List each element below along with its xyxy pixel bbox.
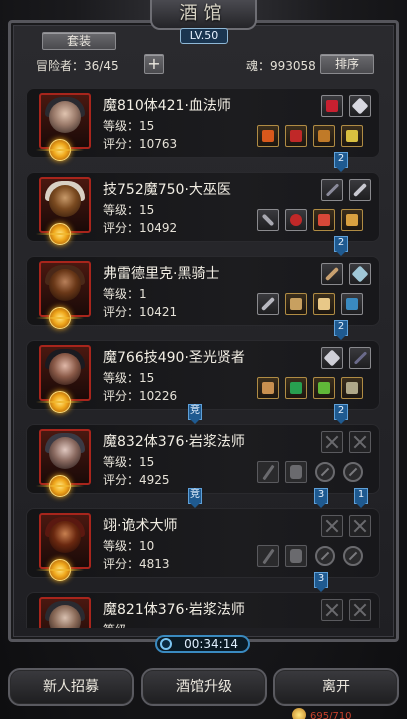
rank-emblem-icon [36,139,84,161]
accessory-slot[interactable] [341,209,363,231]
locked-skill-slot-2[interactable] [349,431,371,453]
armor-slot[interactable] [285,377,307,399]
coin-icon [292,708,306,719]
hero-score: 评分：10226 [103,389,178,403]
tavern-level-badge: LV.50 [180,28,228,44]
hero-card[interactable]: 魔821体376·岩浆法师 等级 [26,592,380,628]
skill-slot-2[interactable] [349,95,371,117]
upgrade-tavern-button[interactable]: 酒馆升级 [141,668,267,706]
skill-slot-1[interactable] [321,179,343,201]
hero-name: 弗雷德里克·黑骑士 [103,266,220,282]
empty-armor-slot[interactable] [285,461,307,483]
armor-slot[interactable] [285,209,307,231]
hero-score: 评分：10763 [103,137,178,151]
hero-card[interactable]: 翊·诡术大师 等级：10 评分：4813 [26,508,380,581]
weapon-slot[interactable] [257,125,279,147]
link-badge: 2 [334,152,348,172]
link-badge: 2 [334,320,348,340]
set-button[interactable]: 套装 [42,32,116,50]
weapon-slot[interactable] [257,377,279,399]
hero-level: 等级：15 [103,203,155,217]
rank-emblem-icon [36,223,84,245]
hero-level: 等级：10 [103,539,155,553]
adventurer-count: 冒险者：36/45 [36,59,119,73]
skill-slot-1[interactable] [321,347,343,369]
locked-skill-slot-1[interactable] [321,515,343,537]
weapon-slot[interactable] [257,209,279,231]
hero-score: 评分：4925 [103,473,170,487]
hero-score: 评分：10492 [103,221,178,235]
soul-counter: 魂：993058 [246,59,316,73]
tavern-screen: 酒馆 LV.50 套装 冒险者：36/45 + 魂：993058 排序 魔810… [0,0,407,719]
skill-slot-1[interactable] [321,263,343,285]
empty-armor-slot[interactable] [285,545,307,567]
armor-slot[interactable] [285,293,307,315]
hero-list[interactable]: 魔810体421·血法师 等级：15 评分：10763 2 技752魔750·大… [24,84,382,628]
hero-level: 等级：15 [103,371,155,385]
empty-weapon-slot[interactable] [257,545,279,567]
helmet-slot[interactable] [313,125,335,147]
hero-name: 魔821体376·岩浆法师 [103,602,245,618]
hero-name: 魔832体376·岩浆法师 [103,434,245,450]
skill-slot-2[interactable] [349,263,371,285]
accessory-slot[interactable] [341,293,363,315]
hero-level: 等级 [103,621,127,628]
link-badge: 1 [354,488,368,508]
hero-card[interactable]: 魔810体421·血法师 等级：15 评分：10763 [26,88,380,161]
link-badge: 2 [334,404,348,424]
hero-score: 评分：10421 [103,305,178,319]
helmet-slot[interactable] [313,377,335,399]
hero-level: 等级：15 [103,119,155,133]
sort-button[interactable]: 排序 [320,54,374,74]
hero-portrait [39,597,91,628]
hero-card[interactable]: 魔832体376·岩浆法师 等级：15 评分：4925 [26,424,380,497]
hero-level: 等级：1 [103,287,147,301]
empty-ring-slot-2[interactable] [343,546,363,566]
timer-text: 00:34:14 [184,637,238,651]
locked-skill-slot-2[interactable] [349,515,371,537]
skill-slot-1[interactable] [321,95,343,117]
locked-skill-slot-1[interactable] [321,599,343,621]
leave-button[interactable]: 离开 [273,668,399,706]
hero-name: 翊·诡术大师 [103,518,178,534]
skill-slot-2[interactable] [349,347,371,369]
hero-level: 等级：15 [103,455,155,469]
plus-icon: + [147,54,161,73]
hero-card[interactable]: 弗雷德里克·黑骑士 等级：1 评分：10421 [26,256,380,329]
add-adventurer-button[interactable]: + [144,54,164,74]
link-badge: 3 [314,572,328,592]
empty-ring-slot-2[interactable] [343,462,363,482]
resource-counter: 695/710 [310,711,352,719]
rank-emblem-icon [36,475,84,497]
armor-slot[interactable] [285,125,307,147]
hero-name: 魔810体421·血法师 [103,98,231,114]
hero-card[interactable]: 魔766技490·圣光贤者 等级：15 评分：10226 [26,340,380,413]
hero-name: 魔766技490·圣光贤者 [103,350,245,366]
empty-ring-slot-1[interactable] [315,462,335,482]
refresh-timer: 00:34:14 [155,635,250,653]
weapon-slot[interactable] [257,293,279,315]
accessory-slot[interactable] [341,377,363,399]
hero-name: 技752魔750·大巫医 [103,182,231,198]
hero-score: 评分：4813 [103,557,170,571]
recruit-button[interactable]: 新人招募 [8,668,134,706]
helmet-slot[interactable] [313,209,335,231]
hero-card[interactable]: 技752魔750·大巫医 等级：15 评分：10492 [26,172,380,245]
helmet-slot[interactable] [313,293,335,315]
link-badge: 2 [334,236,348,256]
locked-skill-slot-1[interactable] [321,431,343,453]
page-title: 酒馆 [150,0,257,30]
rank-emblem-icon [36,559,84,581]
rank-emblem-icon [36,307,84,329]
clock-icon [160,638,172,650]
accessory-slot[interactable] [341,125,363,147]
locked-skill-slot-2[interactable] [349,599,371,621]
empty-weapon-slot[interactable] [257,461,279,483]
rank-emblem-icon [36,391,84,413]
link-badge: 竞 [188,488,202,508]
link-badge: 竞 [188,404,202,424]
link-badge: 3 [314,488,328,508]
skill-slot-2[interactable] [349,179,371,201]
empty-ring-slot-1[interactable] [315,546,335,566]
